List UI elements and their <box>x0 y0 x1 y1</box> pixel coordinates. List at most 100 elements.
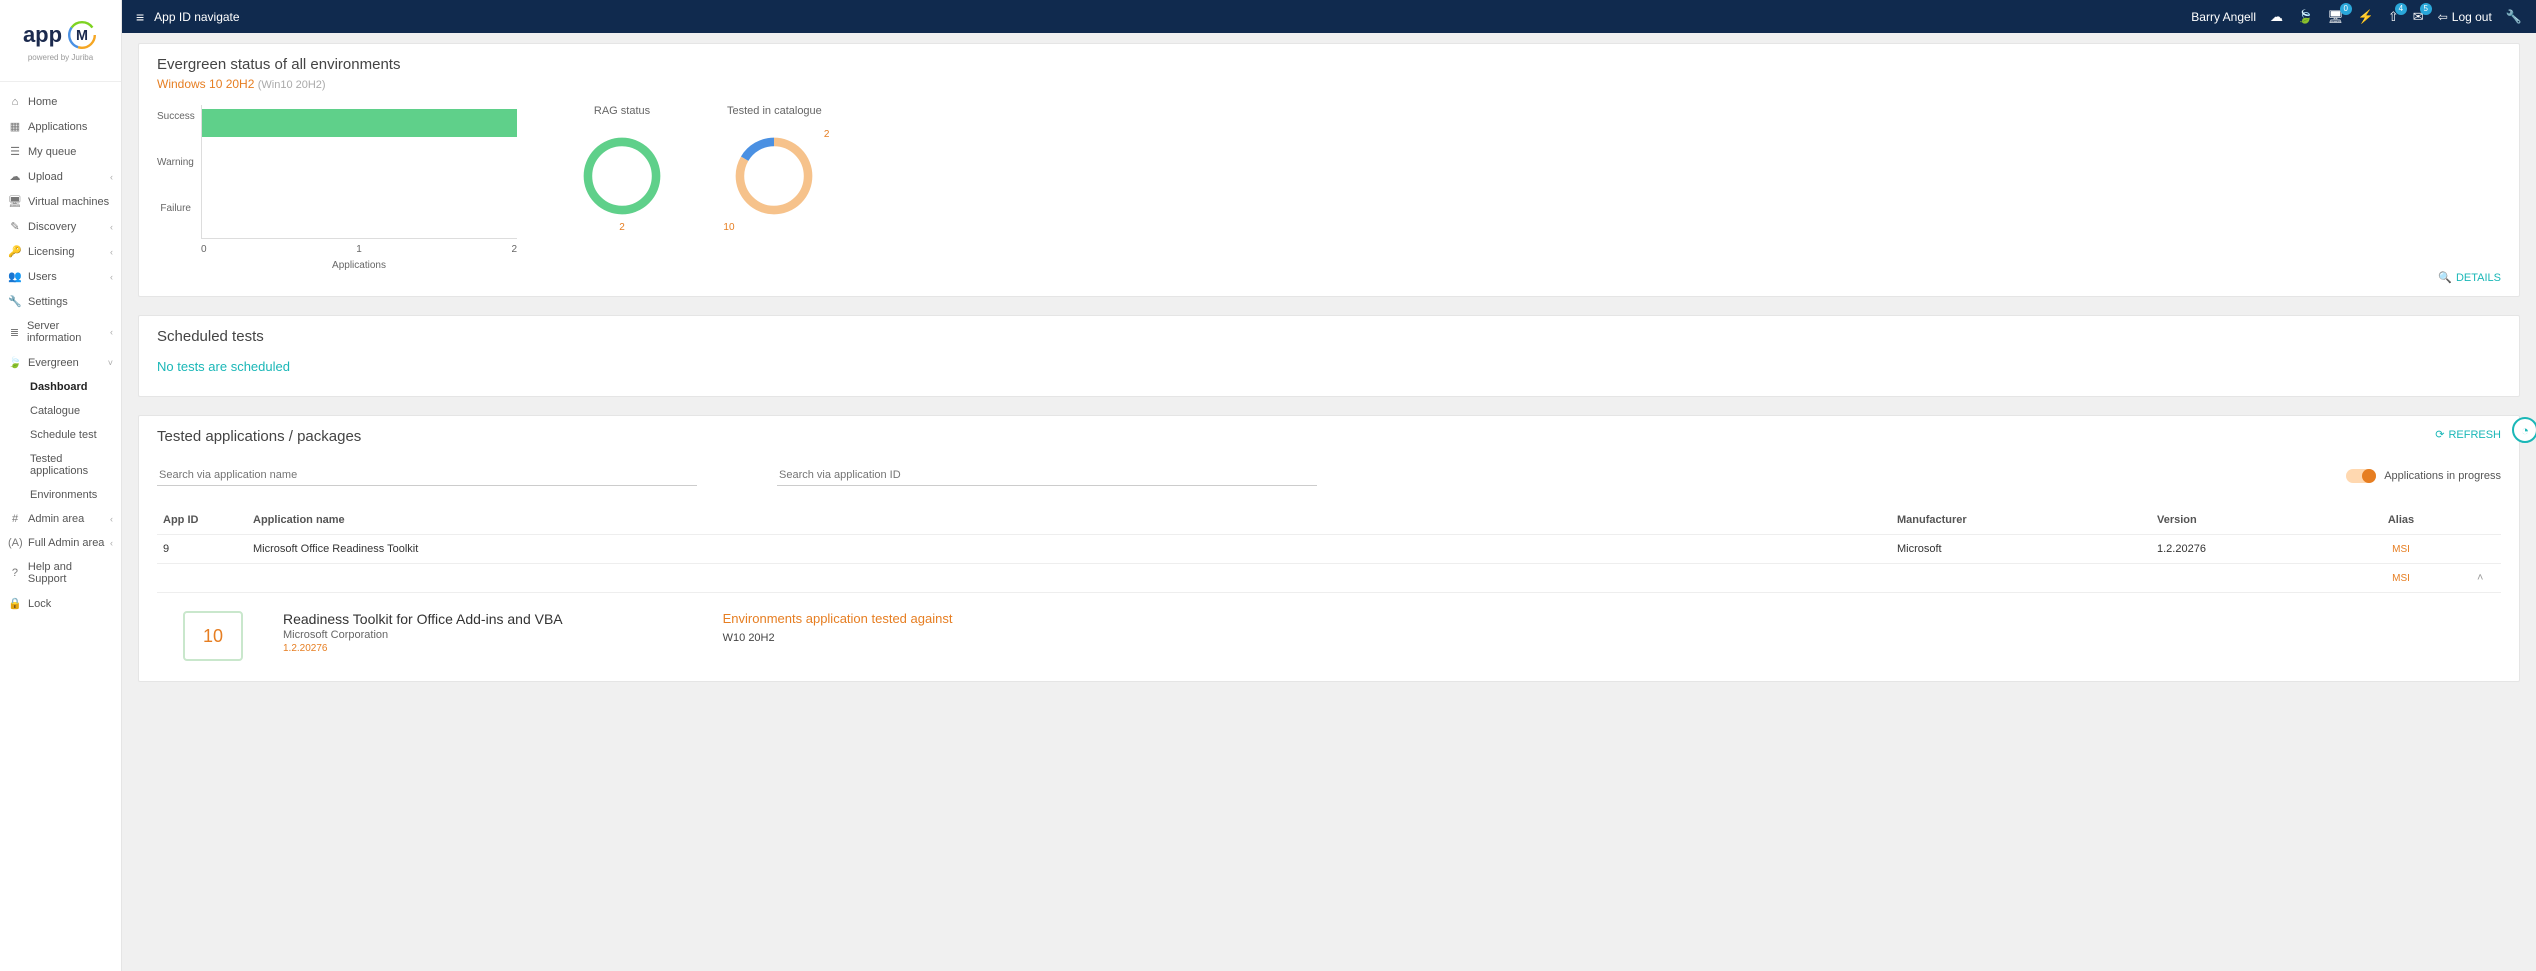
col-ver[interactable]: Version <box>2151 506 2331 535</box>
applications-table: App ID Application name Manufacturer Ver… <box>157 506 2501 669</box>
env-list: W10 20H2 <box>723 632 953 644</box>
col-name[interactable]: Application name <box>247 506 1891 535</box>
evergreen-icon: 🍃 <box>8 356 22 369</box>
upload-icon: ☁ <box>8 170 22 183</box>
sidebar-sub-catalogue[interactable]: Catalogue <box>0 399 121 423</box>
mail-icon[interactable]: ✉5 <box>2413 9 2424 25</box>
table-row-detail: 10 Readiness Toolkit for Office Add-ins … <box>157 593 2501 670</box>
sidebar-sub-schedule-test[interactable]: Schedule test <box>0 423 121 447</box>
alias-chip: MSI <box>2392 544 2410 555</box>
sidebar-item-help-and-support[interactable]: ? Help and Support <box>0 555 121 591</box>
sidebar-item-label: Admin area <box>28 513 84 525</box>
environment-link[interactable]: Windows 10 20H2 (Win10 20H2) <box>157 77 2501 91</box>
sidebar-item-server-information[interactable]: ≣Server information‹ <box>0 314 121 350</box>
detail-version: 1.2.20276 <box>283 643 563 654</box>
refresh-icon: ⟳ <box>2435 428 2444 441</box>
col-manu[interactable]: Manufacturer <box>1891 506 2151 535</box>
chevron-icon: ˅ <box>108 358 113 368</box>
monitor-icon[interactable]: 🖥0 <box>2327 9 2344 25</box>
sidebar-item-label: Full Admin area <box>28 537 104 549</box>
collapse-icon[interactable]: ˄ <box>2471 564 2501 593</box>
col-appid[interactable]: App ID <box>157 506 247 535</box>
nav-list: ⌂ Home ▦Applications ☰ My queue ☁Upload‹🖥Virt… <box>0 82 121 616</box>
sidebar-item-settings[interactable]: 🔧 Settings <box>0 289 121 314</box>
card-evergreen-status: Evergreen status of all environments Win… <box>138 43 2520 297</box>
sidebar-item-users[interactable]: 👥Users‹ <box>0 264 121 289</box>
sidebar-item-upload[interactable]: ☁Upload‹ <box>0 164 121 189</box>
upload-icon[interactable]: ⇧4 <box>2388 9 2399 25</box>
table-row[interactable]: 9 Microsoft Office Readiness Toolkit Mic… <box>157 535 2501 564</box>
topbar: ≡ App ID navigate Barry Angell ☁ 🍃 🖥0 ⚡ … <box>122 0 2536 33</box>
env-title: Environments application tested against <box>723 611 953 626</box>
settings-icon: 🔧 <box>8 295 22 308</box>
lock-icon: 🔒 <box>8 597 22 610</box>
my-queue-icon: ☰ <box>8 145 22 158</box>
sidebar-sub-environments[interactable]: Environments <box>0 483 121 507</box>
monitor-badge: 0 <box>2340 3 2352 15</box>
search-id-input[interactable] <box>777 465 1317 486</box>
bolt-icon[interactable]: ⚡ <box>2358 9 2374 25</box>
chevron-icon: ‹ <box>110 222 113 232</box>
sidebar-item-evergreen[interactable]: 🍃 Evergreen ˅ <box>0 350 121 375</box>
table-row[interactable]: MSI ˄ <box>157 564 2501 593</box>
sidebar-item-lock[interactable]: 🔒Lock <box>0 591 121 616</box>
chevron-icon: ‹ <box>110 247 113 257</box>
search-icon: 🔍 <box>2438 271 2452 284</box>
sidebar-item-licensing[interactable]: 🔑 Licensing ‹ <box>0 239 121 264</box>
card-title: Tested applications / packages <box>157 428 2501 445</box>
card-title: Evergreen status of all environments <box>157 56 2501 73</box>
detail-manufacturer: Microsoft Corporation <box>283 629 563 641</box>
clock-icon[interactable]: ◔ <box>2512 417 2536 443</box>
admin-area-icon: # <box>8 513 22 525</box>
leaf-icon[interactable]: 🍃 <box>2297 9 2313 25</box>
users-icon: 👥 <box>8 270 22 283</box>
sidebar-item-label: My queue <box>28 146 76 158</box>
sidebar-sub-tested-applications[interactable]: Tested applications <box>0 447 121 483</box>
logo: app M powered by Juriba <box>0 0 121 82</box>
sidebar-item-my-queue[interactable]: ☰ My queue <box>0 139 121 164</box>
refresh-button[interactable]: ⟳ REFRESH <box>2435 428 2501 441</box>
sidebar-item-label: Home <box>28 96 57 108</box>
details-button[interactable]: 🔍 DETAILS <box>157 271 2501 284</box>
sidebar-item-label: Settings <box>28 296 68 308</box>
logo-subtitle: powered by Juriba <box>28 53 93 62</box>
sidebar-item-label: Help and Support <box>28 561 113 585</box>
sidebar-item-full-admin-area[interactable]: (A)Full Admin area‹ <box>0 531 121 555</box>
logo-icon: M <box>66 19 98 51</box>
menu-toggle-icon[interactable]: ≡ <box>136 9 144 25</box>
sidebar-item-label: Evergreen <box>28 357 79 369</box>
sidebar-item-home[interactable]: ⌂ Home <box>0 90 121 114</box>
chevron-icon: ‹ <box>110 172 113 182</box>
sidebar-item-virtual-machines[interactable]: 🖥Virtual machines <box>0 189 121 214</box>
help-and-support-icon: ? <box>8 567 22 579</box>
sidebar-item-applications[interactable]: ▦Applications <box>0 114 121 139</box>
wrench-icon[interactable]: 🔧 <box>2506 9 2522 25</box>
card-title: Scheduled tests <box>157 328 2501 345</box>
mail-badge: 5 <box>2420 3 2432 15</box>
chevron-icon: ‹ <box>110 272 113 282</box>
donut-rag-status: RAG status 2 <box>577 105 667 221</box>
detail-title: Readiness Toolkit for Office Add-ins and… <box>283 611 563 627</box>
sidebar: app M powered by Juriba ⌂ Home ▦Applicatio… <box>0 0 122 971</box>
logout-button[interactable]: ⇦ Log out <box>2438 10 2492 24</box>
user-name[interactable]: Barry Angell <box>2191 10 2256 24</box>
server-information-icon: ≣ <box>8 326 21 339</box>
virtual-machines-icon: 🖥 <box>8 195 22 208</box>
licensing-icon: 🔑 <box>8 245 22 258</box>
bar-success[interactable] <box>202 109 517 137</box>
sidebar-item-admin-area[interactable]: #Admin area‹ <box>0 507 121 531</box>
scheduled-empty-text: No tests are scheduled <box>157 349 2501 384</box>
sidebar-item-label: Licensing <box>28 246 74 258</box>
alias-chip: MSI <box>2392 573 2410 584</box>
svg-text:M: M <box>76 28 88 44</box>
cloud-icon[interactable]: ☁ <box>2270 9 2283 25</box>
upload-badge: 4 <box>2395 3 2407 15</box>
inprogress-toggle[interactable] <box>2346 469 2376 483</box>
sidebar-item-discovery[interactable]: ✎Discovery‹ <box>0 214 121 239</box>
discovery-icon: ✎ <box>8 220 22 233</box>
search-name-input[interactable] <box>157 465 697 486</box>
breadcrumb: App ID navigate <box>154 10 239 24</box>
sidebar-sub-dashboard[interactable]: Dashboard <box>0 375 121 399</box>
home-icon: ⌂ <box>8 96 22 108</box>
col-alias[interactable]: Alias <box>2331 506 2471 535</box>
